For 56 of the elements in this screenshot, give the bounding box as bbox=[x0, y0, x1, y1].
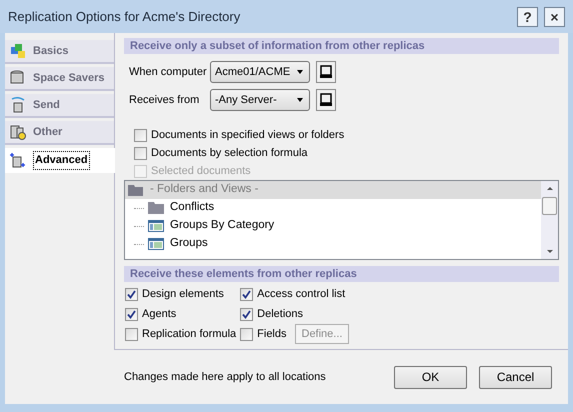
ok-button[interactable]: OK bbox=[394, 366, 467, 388]
checkbox[interactable] bbox=[240, 288, 254, 300]
checkbox-label: Agents bbox=[142, 306, 176, 322]
folder-icon bbox=[128, 184, 144, 196]
checkbox-label: Fields bbox=[257, 326, 286, 342]
tab[interactable]: Space Savers bbox=[5, 67, 114, 91]
tree-item[interactable]: Groups By Category bbox=[170, 217, 274, 235]
computer-icon bbox=[319, 93, 333, 107]
tab[interactable]: Send bbox=[5, 94, 114, 118]
checkbox-label: Replication formula bbox=[142, 326, 236, 342]
computer-button[interactable] bbox=[316, 89, 336, 111]
footer-note: Changes made here apply to all locations bbox=[124, 370, 326, 385]
scroll-up-icon[interactable] bbox=[546, 187, 552, 190]
caret-icon bbox=[297, 70, 303, 74]
dropdown[interactable]: -Any Server- bbox=[210, 89, 310, 111]
checkbox[interactable] bbox=[125, 328, 138, 340]
dropdown[interactable]: Acme01/ACME bbox=[210, 61, 310, 83]
checkbox-label: Design elements bbox=[142, 286, 224, 302]
window-title: Replication Options for Acme's Directory bbox=[8, 8, 240, 26]
tab-icon bbox=[9, 123, 27, 141]
checkbox-label: Documents in specified views or folders bbox=[151, 128, 344, 143]
checkbox-label: Documents by selection formula bbox=[151, 146, 308, 161]
tab-icon bbox=[9, 42, 27, 60]
computer-icon bbox=[319, 65, 333, 79]
view-icon bbox=[148, 238, 164, 250]
checkbox[interactable] bbox=[125, 308, 138, 320]
scroll-down-icon[interactable] bbox=[546, 250, 552, 253]
close-button[interactable]: × bbox=[544, 6, 565, 26]
help-button[interactable]: ? bbox=[517, 6, 538, 26]
checkbox-label: Access control list bbox=[257, 286, 346, 302]
tab-icon bbox=[9, 96, 27, 114]
tab[interactable]: Other bbox=[5, 121, 114, 145]
field-label: When computer bbox=[129, 64, 208, 80]
scroll-thumb[interactable] bbox=[542, 197, 557, 215]
tree-item[interactable]: Groups bbox=[170, 235, 208, 253]
scrollbar[interactable] bbox=[541, 181, 558, 259]
checkbox-label: Deletions bbox=[257, 306, 304, 322]
view-icon bbox=[148, 220, 164, 232]
checkbox[interactable] bbox=[240, 308, 254, 320]
checkbox[interactable] bbox=[125, 288, 138, 300]
checkbox[interactable] bbox=[240, 328, 254, 340]
section-heading: Receive these elements from other replicas bbox=[124, 266, 559, 282]
tab-icon bbox=[9, 152, 27, 170]
folder-icon bbox=[148, 202, 164, 214]
tab[interactable]: Advanced bbox=[5, 148, 115, 173]
tab[interactable]: Basics bbox=[5, 40, 114, 64]
folder-list[interactable]: - Folders and Views - Conflicts Groups By Category Groups bbox=[124, 180, 559, 260]
section-heading: Receive only a subset of information from other replicas bbox=[124, 38, 559, 54]
caret-icon bbox=[297, 98, 303, 102]
checkbox[interactable] bbox=[134, 146, 147, 160]
tree-item[interactable]: Conflicts bbox=[170, 199, 214, 217]
field-label: Receives from bbox=[129, 92, 200, 108]
computer-button[interactable] bbox=[316, 61, 336, 83]
checkbox[interactable] bbox=[134, 128, 147, 142]
cancel-button[interactable]: Cancel bbox=[479, 366, 552, 388]
checkbox-label: Selected documents bbox=[151, 164, 251, 179]
